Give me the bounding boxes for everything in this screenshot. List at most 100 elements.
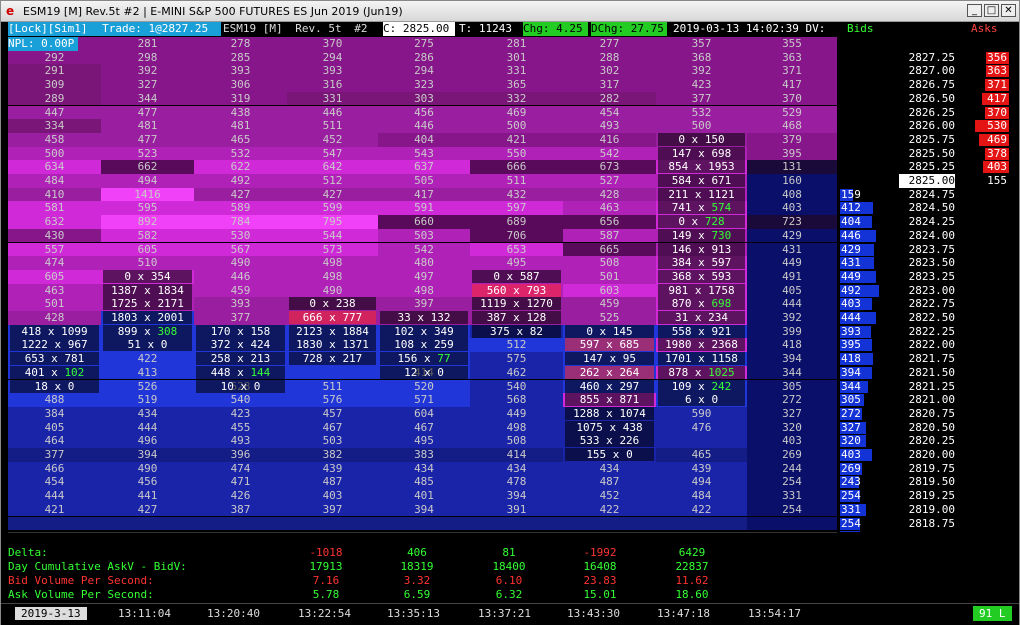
- times-sign: x: [602, 420, 623, 434]
- heat-cell: 383: [378, 448, 470, 462]
- heat-cell: 634: [8, 160, 101, 174]
- heat-cell: 463: [8, 283, 101, 298]
- heat-cell: 587: [563, 228, 656, 243]
- ladder-row[interactable]: 492 2823.00: [837, 284, 1015, 298]
- bid-volume: 401: [24, 365, 45, 379]
- minimize-button[interactable]: _: [967, 4, 982, 17]
- ladder-row[interactable]: 2825.25 403: [837, 160, 1015, 174]
- times-sign: x: [47, 338, 68, 352]
- ladder-row[interactable]: 320 2820.25: [837, 434, 1015, 448]
- heat-cell: 452: [563, 489, 656, 503]
- times-sign: x: [233, 379, 254, 393]
- ladder-row[interactable]: 2826.25 370: [837, 106, 1015, 120]
- heat-cell: 465: [656, 448, 747, 462]
- bid-volume: 147: [583, 352, 603, 366]
- lock-label[interactable]: [Lock][Sim1]: [8, 22, 87, 35]
- heat-cell: 474: [8, 256, 101, 270]
- heat-cell: 403: [287, 489, 378, 503]
- ladder-row[interactable]: 344 2821.25: [837, 380, 1015, 394]
- ladder-row[interactable]: 449 2823.25: [837, 270, 1015, 284]
- ladder-row[interactable]: 272 2820.75: [837, 407, 1015, 421]
- ladder-row[interactable]: 403 2822.75: [837, 297, 1015, 311]
- ladder-row[interactable]: 431 2823.50: [837, 256, 1015, 270]
- ladder-row[interactable]: 2825.00 155: [837, 174, 1015, 188]
- times-sign: x: [606, 448, 627, 461]
- ladder-row[interactable]: 395 2822.00: [837, 338, 1015, 352]
- ladder-row[interactable]: [837, 37, 1015, 51]
- ladder-row[interactable]: 404 2824.25: [837, 215, 1015, 229]
- ladder-row[interactable]: 412 2824.50: [837, 201, 1015, 215]
- heat-cell: 434: [470, 461, 563, 476]
- ladder-row[interactable]: 269 2819.75: [837, 462, 1015, 476]
- heat-cell: 394: [101, 448, 194, 462]
- ladder-row[interactable]: 2826.75 371: [837, 78, 1015, 92]
- ladder-row[interactable]: 444 2822.50: [837, 311, 1015, 325]
- ladder-row[interactable]: 243 2819.50: [837, 475, 1015, 489]
- ladder-row[interactable]: 254 2818.75: [837, 517, 1015, 531]
- volume-cell: 1701 x 1158: [658, 352, 745, 366]
- ask-volume: 308: [157, 324, 178, 338]
- heat-cell: 377: [194, 311, 287, 325]
- ladder-row[interactable]: 394 2821.50: [837, 366, 1015, 380]
- heatmap[interactable]: 2732812783702752812773573552922982852942…: [8, 37, 837, 532]
- heat-cell: 357: [656, 37, 747, 51]
- ladder-row[interactable]: 2825.50 378: [837, 147, 1015, 161]
- bid-volume: 878: [668, 365, 689, 379]
- cum-value: 22837: [675, 560, 709, 573]
- heat-cell: 446: [287, 105, 378, 120]
- close-button[interactable]: ✕: [1001, 4, 1016, 17]
- heat-cell: 449: [747, 256, 837, 270]
- cum-value: 17913: [309, 560, 343, 573]
- ladder-row[interactable]: 331 2819.00: [837, 503, 1015, 517]
- bid-size: 243: [841, 475, 861, 489]
- ask-volume: 438: [622, 420, 643, 434]
- bid-size: 320: [841, 434, 861, 448]
- ladder-row[interactable]: 159 2824.75: [837, 188, 1015, 202]
- ladder-row[interactable]: 446 2824.00: [837, 229, 1015, 243]
- heat-cell: 294: [378, 64, 470, 79]
- ladder-row[interactable]: 403 2820.00: [837, 448, 1015, 462]
- heat-cell: 393: [194, 64, 287, 79]
- times-sign: x: [230, 324, 251, 338]
- ladder-row[interactable]: 393 2822.25: [837, 325, 1015, 339]
- volume-cell: 981 x 1758: [658, 283, 745, 297]
- ladder-row[interactable]: 429 2823.75: [837, 243, 1015, 257]
- ask-volume: 2368: [711, 338, 738, 352]
- bid-size: 254: [841, 516, 861, 530]
- ladder-row[interactable]: 305 2821.00: [837, 393, 1015, 407]
- heat-cell: 319: [194, 91, 287, 106]
- maximize-button[interactable]: □: [984, 4, 999, 17]
- heat-cell: 480: [378, 256, 470, 270]
- heat-cell: 487: [563, 475, 656, 490]
- times-sign: x: [599, 393, 620, 407]
- heat-cell: [287, 365, 378, 380]
- volume-cell: 147 x 698: [658, 146, 745, 160]
- bid-volume: 899: [117, 324, 138, 338]
- title-bar[interactable]: e ESM19 [M] Rev.5t #2 | E-MINI S&P 500 F…: [1, 1, 1019, 22]
- heat-cell: 394: [470, 489, 563, 503]
- bid-size: 446: [841, 228, 861, 242]
- bid-size: 327: [841, 420, 861, 434]
- heat-cell: 421: [8, 502, 101, 517]
- bid-volume: 981: [668, 283, 689, 297]
- heat-cell: 495: [470, 256, 563, 270]
- ladder-row[interactable]: 2825.75 469: [837, 133, 1015, 147]
- ladder-row[interactable]: 2826.00 530: [837, 119, 1015, 133]
- bid-volume: 31: [675, 311, 689, 324]
- ladder-row[interactable]: 327 2820.50: [837, 421, 1015, 435]
- volume-cell: 460 x 297: [565, 379, 654, 393]
- ladder-row[interactable]: 251: [837, 530, 1015, 532]
- heat-cell: 434: [101, 406, 194, 421]
- askvps-value: 6.32: [495, 588, 523, 601]
- ladder-row[interactable]: 418 2821.75: [837, 352, 1015, 366]
- volume-cell: 418 x 1099: [10, 324, 99, 338]
- ladder-row[interactable]: 254 2819.25: [837, 489, 1015, 503]
- ladder-row[interactable]: 2827.00 363: [837, 64, 1015, 78]
- heat-cell: 392: [101, 64, 194, 79]
- volume-cell: 1119 x 1270: [472, 297, 561, 311]
- app-icon: e: [6, 4, 15, 18]
- ladder-row[interactable]: 2827.25 356: [837, 51, 1015, 65]
- bid-volume: 170: [210, 324, 231, 338]
- price-ladder[interactable]: 2827.25 356 2827.00 363 2826.75 371 2826.50 417…: [837, 37, 1015, 532]
- ladder-row[interactable]: 2826.50 417: [837, 92, 1015, 106]
